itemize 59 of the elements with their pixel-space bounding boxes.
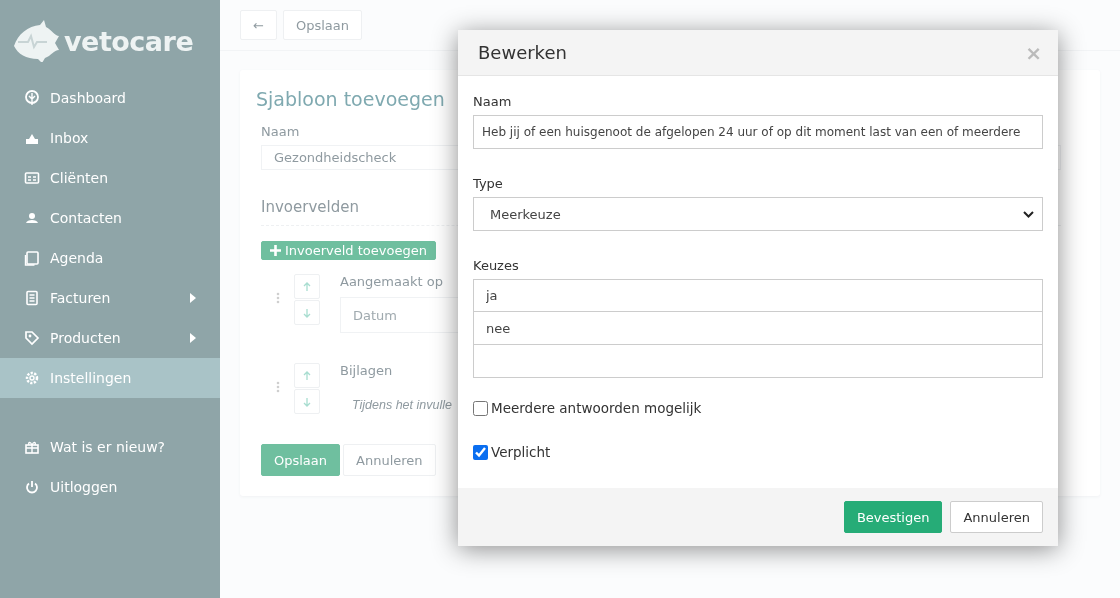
arrow-down-icon — [302, 396, 312, 407]
field-label: Type — [473, 176, 504, 191]
save-button[interactable]: Opslaan — [282, 10, 362, 40]
move-up-button[interactable] — [294, 274, 320, 299]
hint-text: Tijdens het invulle — [352, 398, 452, 412]
sidebar-item[interactable]: Inbox — [0, 118, 220, 158]
id-card-icon — [24, 170, 40, 186]
cancel-button[interactable]: Annuleren — [343, 444, 436, 476]
checkbox[interactable] — [473, 400, 488, 416]
move-up-button[interactable] — [294, 363, 320, 388]
choice-field[interactable]: ja — [473, 279, 1043, 312]
sidebar-item[interactable]: Agenda — [0, 238, 220, 278]
leaf-icon — [24, 90, 40, 106]
plus-icon — [270, 245, 281, 257]
sidebar-item[interactable]: Contacten — [0, 198, 220, 238]
page-title: Sjabloon toevoegen — [256, 88, 445, 110]
checkbox-label: Meerdere antwoorden mogelijk — [491, 400, 702, 416]
field-label: Naam — [261, 124, 300, 139]
sidebar-item[interactable]: Producten — [0, 318, 220, 358]
logo-icon — [12, 20, 60, 62]
checkbox[interactable] — [473, 444, 488, 460]
document-icon — [24, 290, 40, 306]
confirm-button[interactable]: Bevestigen — [843, 501, 943, 533]
close-button[interactable]: × — [1025, 40, 1042, 65]
chevron-down-icon — [1023, 210, 1034, 218]
back-button[interactable]: ← — [240, 10, 277, 40]
sidebar-item[interactable]: Dashboard — [0, 78, 220, 118]
save-button[interactable]: Opslaan — [261, 444, 341, 476]
field-label: Bijlagen — [340, 363, 393, 378]
logo-text: vetocare — [64, 25, 194, 57]
add-field-button[interactable]: Invoerveld toevoegen — [261, 241, 436, 260]
choice-field[interactable] — [473, 345, 1043, 378]
field-label: Keuzes — [473, 258, 520, 273]
arrow-down-icon — [302, 307, 312, 318]
field-label: Naam — [473, 94, 513, 109]
gift-icon — [24, 439, 40, 455]
move-down-button[interactable] — [294, 389, 320, 414]
cancel-button[interactable]: Annuleren — [950, 501, 1043, 533]
arrow-up-icon — [302, 281, 312, 292]
sidebar-item[interactable]: Wat is er nieuw? — [0, 427, 220, 467]
drag-handle-icon[interactable] — [276, 292, 280, 304]
drag-handle-icon[interactable] — [276, 381, 280, 393]
choice-field[interactable]: nee — [473, 312, 1043, 345]
dialog-title: Bewerken — [478, 42, 567, 63]
sidebar-item[interactable]: Facturen — [0, 278, 220, 318]
settings-icon — [24, 370, 40, 386]
move-down-button[interactable] — [294, 300, 320, 325]
people-icon — [24, 210, 40, 226]
type-dropdown[interactable]: Meerkeuze — [473, 197, 1043, 231]
sidebar-item[interactable]: Uitloggen — [0, 467, 220, 507]
power-icon — [24, 479, 40, 495]
field-label: Aangemaakt op — [340, 274, 443, 289]
name-field[interactable]: Heb jij of een huisgenoot de afgelopen 24 uur of op dit moment last van een of meerdere — [473, 115, 1043, 149]
arrow-up-icon — [302, 370, 312, 381]
sidebar-item[interactable]: Cliënten — [0, 158, 220, 198]
sidebar-item[interactable]: Instellingen — [0, 358, 220, 398]
calendar-icon — [24, 250, 40, 266]
checkbox-label: Verplicht — [491, 444, 551, 460]
tag-icon — [24, 330, 40, 346]
